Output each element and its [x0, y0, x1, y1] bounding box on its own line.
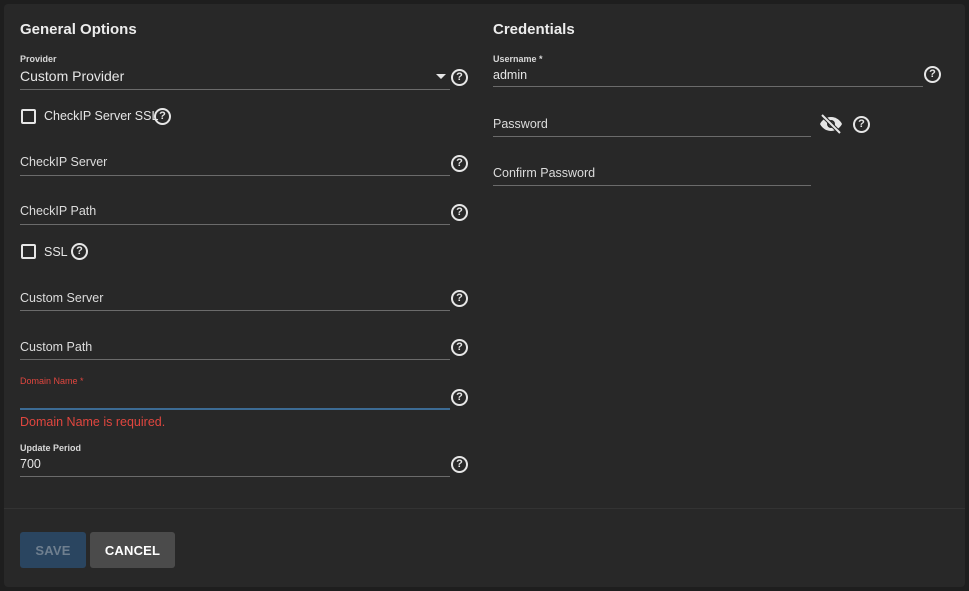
custom-server-underline — [20, 310, 450, 311]
custom-path-placeholder: Custom Path — [20, 340, 93, 354]
help-circle-icon[interactable]: ? — [451, 389, 468, 406]
save-button[interactable]: SAVE — [20, 532, 86, 568]
update-period-value: 700 — [20, 457, 41, 471]
ssl-checkbox[interactable] — [21, 244, 36, 259]
checkip-server-ssl-checkbox[interactable] — [21, 109, 36, 124]
provider-label: Provider — [20, 54, 57, 64]
ssl-label: SSL — [44, 245, 68, 259]
help-circle-icon[interactable]: ? — [451, 69, 468, 86]
domain-name-label: Domain Name * — [20, 376, 84, 386]
confirm-password-underline — [493, 185, 811, 186]
help-circle-icon[interactable]: ? — [451, 456, 468, 473]
general-options-title: General Options — [20, 21, 137, 38]
password-underline — [493, 136, 811, 137]
checkip-path-underline — [20, 224, 450, 225]
help-circle-icon[interactable]: ? — [853, 116, 870, 133]
dynamic-dns-form: General Options Provider Custom Provider… — [4, 4, 965, 587]
update-period-underline — [20, 476, 450, 477]
help-circle-icon[interactable]: ? — [451, 339, 468, 356]
domain-name-error: Domain Name is required. — [20, 415, 166, 429]
username-label: Username * — [493, 54, 543, 64]
eye-off-icon[interactable] — [819, 114, 843, 134]
help-circle-icon[interactable]: ? — [71, 243, 88, 260]
custom-path-underline — [20, 359, 450, 360]
help-circle-icon[interactable]: ? — [154, 108, 171, 125]
checkip-path-placeholder: CheckIP Path — [20, 204, 97, 218]
username-underline — [493, 86, 923, 87]
username-value: admin — [493, 68, 528, 82]
cancel-button[interactable]: CANCEL — [90, 532, 175, 568]
credentials-title: Credentials — [493, 21, 575, 38]
checkip-server-ssl-label: CheckIP Server SSL — [44, 109, 159, 123]
footer-divider — [4, 508, 965, 509]
help-circle-icon[interactable]: ? — [924, 66, 941, 83]
confirm-password-placeholder: Confirm Password — [493, 166, 596, 180]
caret-down-icon — [436, 74, 446, 79]
provider-value: Custom Provider — [20, 68, 125, 84]
checkip-server-underline — [20, 175, 450, 176]
password-placeholder: Password — [493, 117, 548, 131]
custom-server-placeholder: Custom Server — [20, 291, 104, 305]
update-period-label: Update Period — [20, 443, 82, 453]
provider-underline — [20, 89, 450, 90]
checkip-server-placeholder: CheckIP Server — [20, 155, 108, 169]
help-circle-icon[interactable]: ? — [451, 290, 468, 307]
help-circle-icon[interactable]: ? — [451, 155, 468, 172]
domain-name-underline — [20, 408, 450, 410]
help-circle-icon[interactable]: ? — [451, 204, 468, 221]
